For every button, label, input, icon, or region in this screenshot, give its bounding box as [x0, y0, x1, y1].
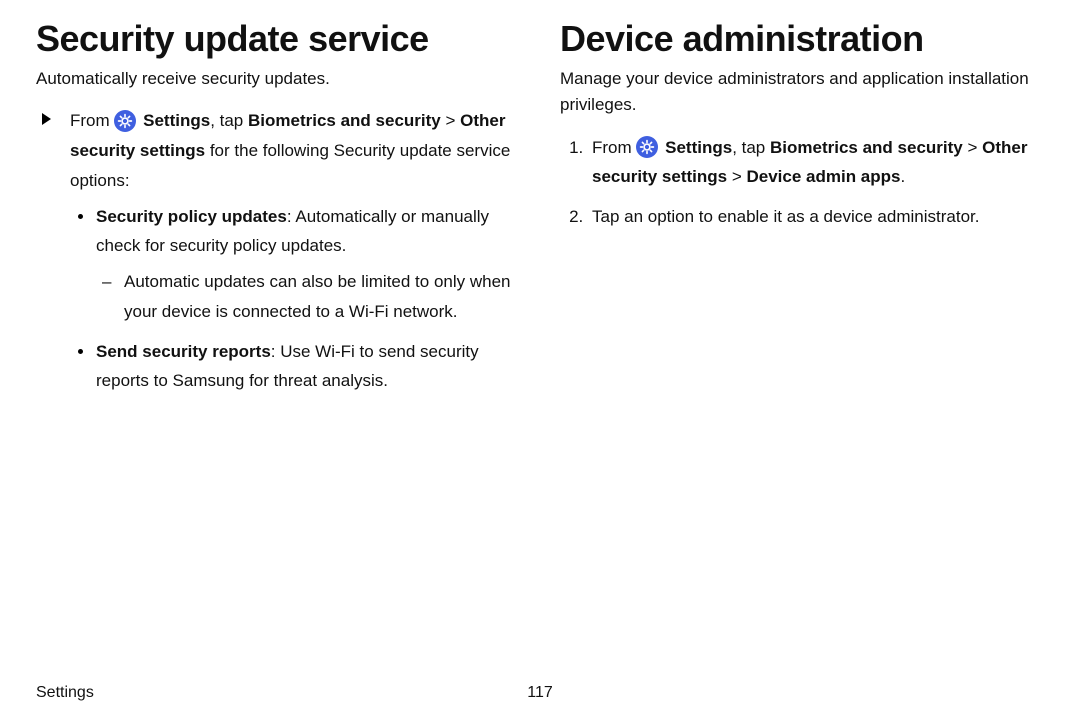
page-number: 117 [527, 684, 553, 702]
page-footer: Settings 117 [36, 684, 1044, 702]
bullet-send-security-reports: Send security reports: Use Wi-Fi to send… [92, 337, 520, 397]
settings-gear-icon [114, 110, 136, 132]
text: From [70, 111, 114, 130]
path-biometrics: Biometrics and security [770, 138, 963, 157]
from-settings-line: From Settings, tap Biometrics and securi… [64, 106, 520, 396]
bullet-title: Security policy updates [96, 207, 287, 226]
text: , tap [732, 138, 770, 157]
footer-section: Settings [36, 684, 94, 701]
settings-label: Settings [143, 111, 210, 130]
path-device-admin-apps: Device admin apps [746, 167, 900, 186]
chevron-icon: > [963, 138, 982, 157]
step-1: From Settings, tap Biometrics and securi… [588, 133, 1044, 193]
numbered-list: From Settings, tap Biometrics and securi… [560, 133, 1044, 232]
dash-list: Automatic updates can also be limited to… [96, 267, 520, 327]
heading-security-update-service: Security update service [36, 18, 520, 60]
chevron-icon: > [727, 167, 746, 186]
intro-right: Manage your device administrators and ap… [560, 66, 1044, 119]
dot-list: Security policy updates: Automatically o… [70, 202, 520, 397]
text: , tap [210, 111, 248, 130]
intro-left: Automatically receive security updates. [36, 66, 520, 92]
settings-label: Settings [665, 138, 732, 157]
text: From [592, 138, 636, 157]
right-column: Device administration Manage your device… [560, 18, 1044, 406]
step-2: Tap an option to enable it as a device a… [588, 202, 1044, 232]
settings-gear-icon [636, 136, 658, 158]
path-biometrics: Biometrics and security [248, 111, 441, 130]
arrow-list: From Settings, tap Biometrics and securi… [36, 106, 520, 396]
chevron-icon: > [441, 111, 460, 130]
bullet-title: Send security reports [96, 342, 271, 361]
heading-device-administration: Device administration [560, 18, 1044, 60]
bullet-security-policy-updates: Security policy updates: Automatically o… [92, 202, 520, 327]
sub-bullet-wifi-limit: Automatic updates can also be limited to… [120, 267, 520, 327]
text: . [901, 167, 906, 186]
left-column: Security update service Automatically re… [36, 18, 520, 406]
